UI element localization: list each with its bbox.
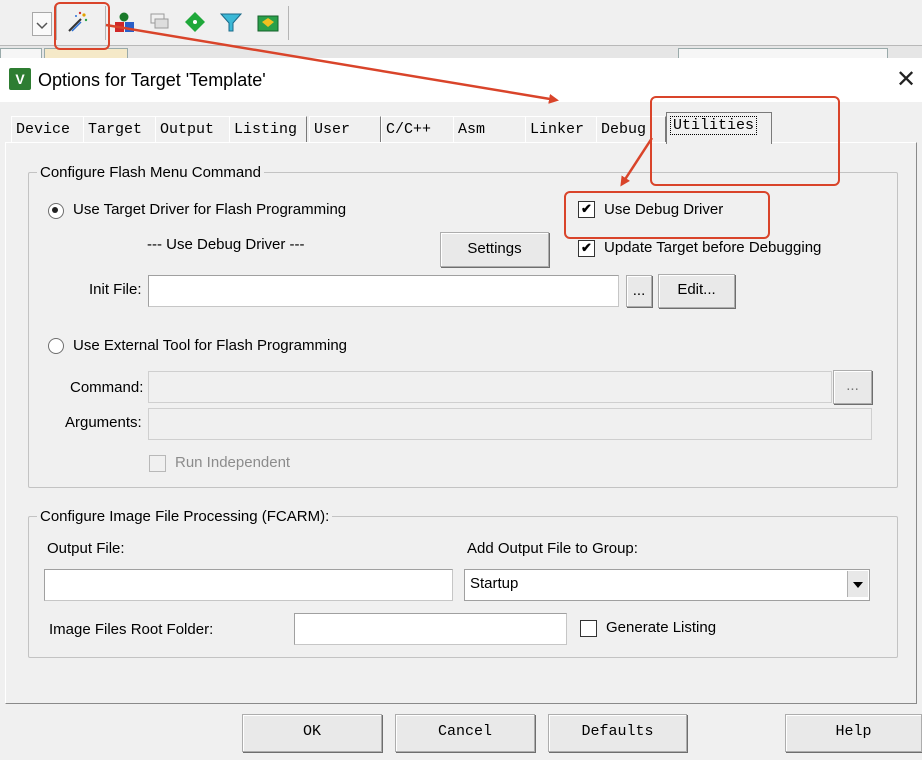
arrow-to-debug-driver xyxy=(620,137,654,187)
arrow-to-utilities xyxy=(105,23,559,104)
annotation-arrows xyxy=(105,23,654,187)
tab-utilities[interactable]: Utilities xyxy=(666,112,772,144)
